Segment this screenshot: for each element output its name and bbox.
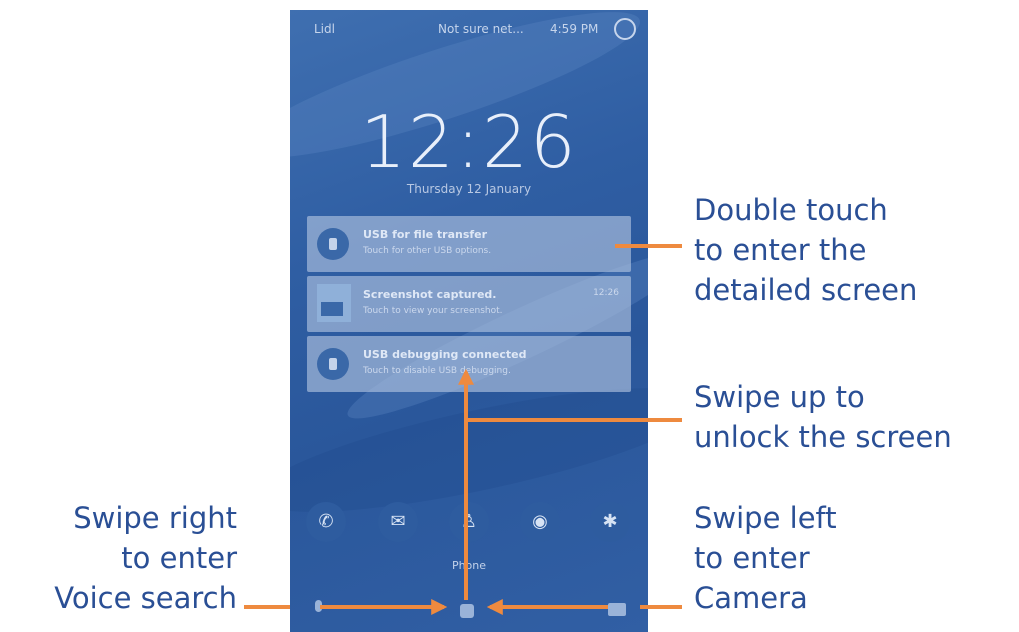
callout-swipe-up: Swipe up to unlock the screen — [694, 380, 952, 454]
callout-swipe-left: Swipe left to enter Camera — [694, 501, 837, 615]
callout-double-touch: Double touch to enter the detailed scree… — [694, 193, 918, 307]
callout-swipe-right: Swipe right to enter Voice search — [54, 501, 237, 615]
